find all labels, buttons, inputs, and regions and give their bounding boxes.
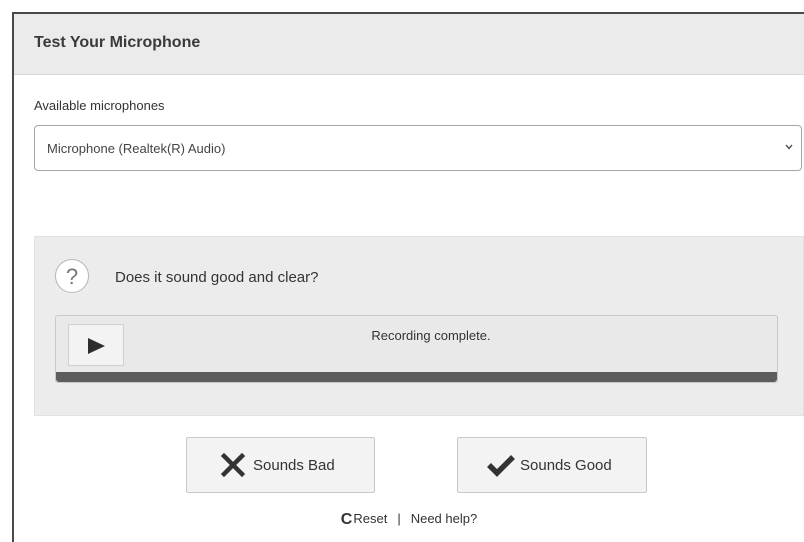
sounds-bad-label: Sounds Bad — [253, 457, 335, 474]
footer-links: CReset | Need help? — [14, 511, 804, 529]
mic-test-window: Test Your Microphone Available microphon… — [12, 12, 804, 542]
player-status: Recording complete. — [371, 328, 491, 343]
microphone-select[interactable]: Microphone (Realtek(R) Audio) — [34, 125, 802, 171]
need-help-link[interactable]: Need help? — [411, 511, 478, 526]
play-button[interactable] — [68, 324, 124, 366]
sounds-good-label: Sounds Good — [520, 457, 612, 474]
play-icon — [88, 338, 105, 354]
header-bar: Test Your Microphone — [14, 14, 804, 75]
question-mark-icon: ? — [55, 259, 89, 293]
chevron-down-icon — [783, 140, 795, 154]
x-icon — [221, 453, 245, 477]
microphone-select-label: Available microphones — [34, 98, 165, 113]
microphone-select-value: Microphone (Realtek(R) Audio) — [47, 141, 226, 156]
playback-progress-bar[interactable] — [56, 372, 777, 382]
page-title: Test Your Microphone — [34, 34, 201, 51]
sounds-good-button[interactable]: Sounds Good — [457, 437, 647, 493]
sound-test-panel: ? Does it sound good and clear? Recordin… — [34, 236, 804, 416]
sound-question: Does it sound good and clear? — [115, 269, 319, 286]
reset-label: Reset — [353, 511, 388, 526]
reset-link[interactable]: CReset — [340, 511, 388, 528]
audio-player: Recording complete. — [55, 315, 778, 383]
question-mark-glyph: ? — [65, 264, 79, 289]
playback-progress-fill — [56, 372, 777, 382]
footer-separator: | — [397, 511, 401, 526]
checkmark-icon — [487, 455, 515, 477]
reset-icon: C — [340, 511, 353, 528]
sounds-bad-button[interactable]: Sounds Bad — [186, 437, 375, 493]
